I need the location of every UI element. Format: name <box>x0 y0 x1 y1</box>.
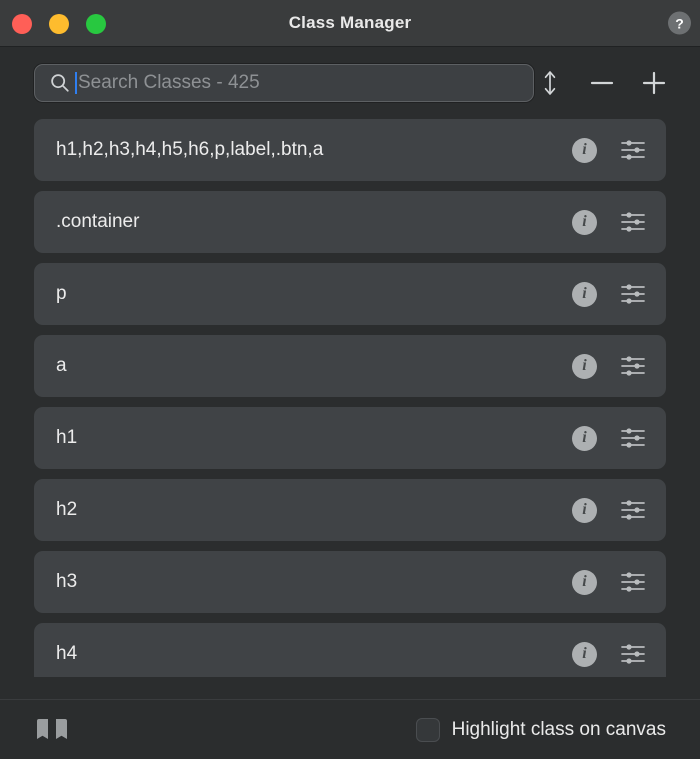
row-actions: i <box>572 353 646 379</box>
minimize-window-button[interactable] <box>49 13 69 34</box>
maximize-window-button[interactable] <box>86 13 106 34</box>
info-icon[interactable]: i <box>572 209 597 235</box>
highlight-class-control[interactable]: Highlight class on canvas <box>415 717 678 742</box>
sliders-icon[interactable] <box>620 354 646 378</box>
row-actions: i <box>572 281 646 307</box>
class-name: .container <box>56 211 140 232</box>
minus-icon <box>590 81 614 85</box>
info-icon[interactable]: i <box>572 641 597 667</box>
search-placeholder: Search Classes - 425 <box>78 72 260 93</box>
class-name: h4 <box>56 643 78 664</box>
class-name: h3 <box>56 571 78 592</box>
remove-class-button[interactable] <box>588 68 616 98</box>
footer: Highlight class on canvas <box>0 699 700 759</box>
search-input[interactable]: Search Classes - 425 <box>34 64 534 102</box>
class-list-item[interactable]: h4 i <box>34 623 666 677</box>
sliders-icon[interactable] <box>620 138 646 162</box>
class-name: h1,h2,h3,h4,h5,h6,p,label,.btn,a <box>56 139 324 160</box>
class-name: h2 <box>56 499 78 520</box>
class-list-item[interactable]: h1,h2,h3,h4,h5,h6,p,label,.btn,a i <box>34 119 666 181</box>
sort-icon <box>544 71 556 95</box>
search-icon <box>51 74 69 92</box>
info-icon[interactable]: i <box>572 281 597 307</box>
info-icon[interactable]: i <box>572 569 597 595</box>
info-icon[interactable]: i <box>572 353 597 379</box>
highlight-class-checkbox[interactable] <box>415 717 440 742</box>
row-actions: i <box>572 569 646 595</box>
sliders-icon[interactable] <box>620 570 646 594</box>
class-list-item[interactable]: .container i <box>34 191 666 253</box>
sliders-icon[interactable] <box>620 426 646 450</box>
row-actions: i <box>572 209 646 235</box>
sort-button[interactable] <box>536 68 564 98</box>
traffic-lights <box>12 0 106 47</box>
help-button[interactable]: ? <box>668 11 691 35</box>
row-actions: i <box>572 641 646 667</box>
row-actions: i <box>572 497 646 523</box>
plus-icon <box>642 71 666 95</box>
sliders-icon[interactable] <box>620 498 646 522</box>
sliders-icon[interactable] <box>620 642 646 666</box>
highlight-class-label: Highlight class on canvas <box>451 718 666 740</box>
sliders-icon[interactable] <box>620 282 646 306</box>
row-actions: i <box>572 425 646 451</box>
class-list[interactable]: h1,h2,h3,h4,h5,h6,p,label,.btn,a i .cont… <box>0 119 700 677</box>
class-list-item[interactable]: h2 i <box>34 479 666 541</box>
window-titlebar: Class Manager ? <box>0 0 700 47</box>
close-window-button[interactable] <box>12 13 32 34</box>
info-icon[interactable]: i <box>572 497 597 523</box>
toolbar: Search Classes - 425 <box>0 47 700 119</box>
info-icon[interactable]: i <box>572 425 597 451</box>
class-list-item[interactable]: p i <box>34 263 666 325</box>
toolbar-actions <box>536 68 678 98</box>
add-class-button[interactable] <box>640 68 668 98</box>
class-list-item[interactable]: a i <box>34 335 666 397</box>
book-icon[interactable] <box>34 717 68 743</box>
text-caret <box>75 72 77 94</box>
info-icon[interactable]: i <box>572 137 597 163</box>
class-name: a <box>56 355 67 376</box>
class-list-item[interactable]: h1 i <box>34 407 666 469</box>
class-name: p <box>56 283 67 304</box>
sliders-icon[interactable] <box>620 210 646 234</box>
row-actions: i <box>572 137 646 163</box>
class-name: h1 <box>56 427 78 448</box>
class-list-item[interactable]: h3 i <box>34 551 666 613</box>
